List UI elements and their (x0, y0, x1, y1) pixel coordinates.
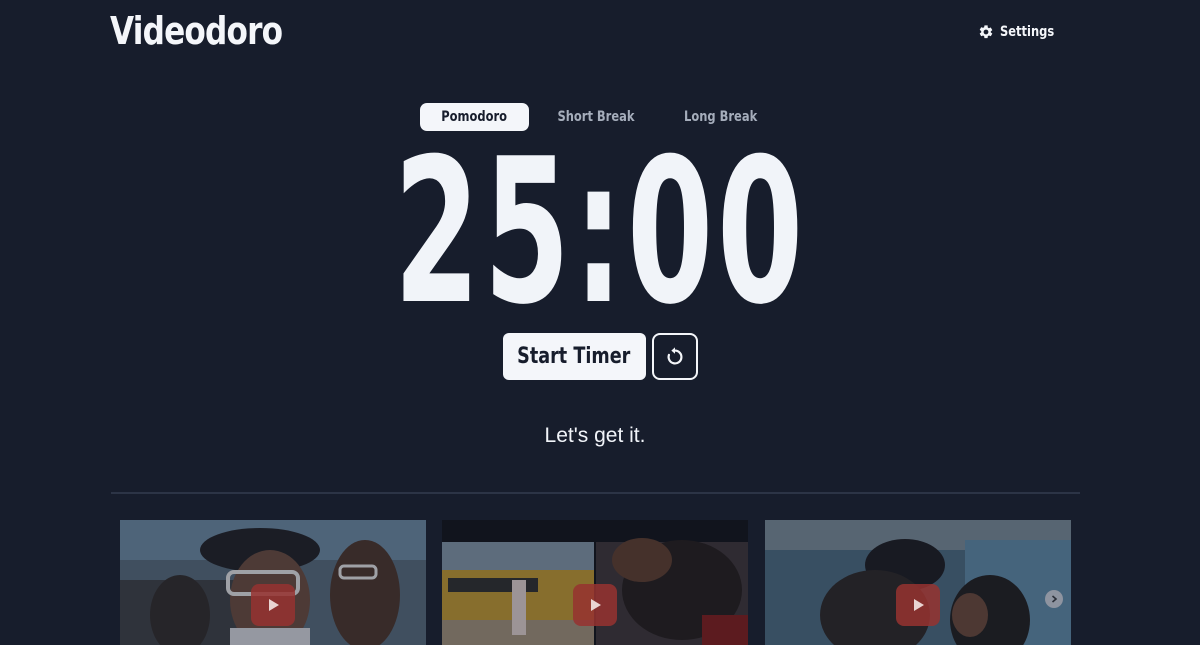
app-logo[interactable]: Videodoro (110, 9, 283, 53)
play-button[interactable] (573, 584, 617, 626)
video-thumbnail (765, 520, 1071, 645)
start-timer-button[interactable]: Start Timer (502, 333, 646, 380)
video-thumbnail (442, 520, 748, 645)
timer-controls: Start Timer (0, 333, 1200, 380)
play-button[interactable] (251, 584, 295, 626)
play-icon (914, 599, 924, 611)
settings-button[interactable]: Settings (978, 24, 1066, 40)
settings-label: Settings (999, 24, 1055, 40)
start-timer-label: Start Timer (517, 344, 631, 369)
timer-display: 25:00 (0, 118, 1200, 348)
motto-text: Let's get it. (544, 424, 646, 447)
section-divider (111, 492, 1080, 494)
video-card-1[interactable] (120, 520, 426, 645)
video-card-2[interactable] (442, 520, 748, 645)
play-button[interactable] (896, 584, 940, 626)
play-icon (591, 599, 601, 611)
app-root: Videodoro Settings Pomodoro Short Break … (0, 0, 1200, 645)
video-card-3[interactable] (765, 520, 1071, 645)
video-thumbnail (120, 520, 426, 645)
video-carousel (120, 520, 1072, 645)
reset-timer-button[interactable] (651, 333, 698, 380)
timer-value: 25:00 (393, 116, 807, 349)
play-icon (269, 599, 279, 611)
reset-icon (667, 346, 683, 365)
carousel-next-button[interactable] (1045, 590, 1063, 608)
gear-icon (979, 25, 993, 39)
chevron-right-icon (1051, 595, 1058, 603)
